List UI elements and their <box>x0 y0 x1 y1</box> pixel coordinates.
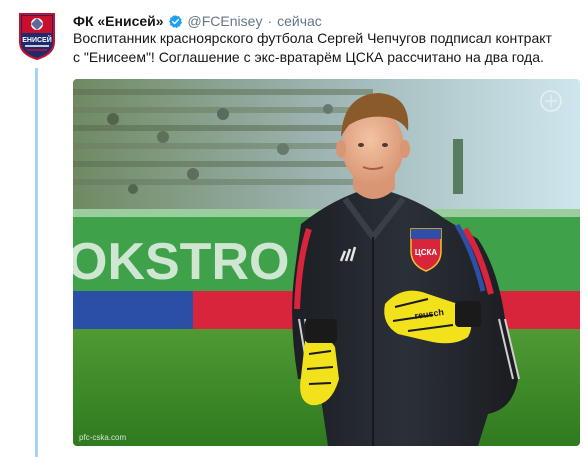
photo-scene: OKSTRO ЦСКА reusch pfc-cska.com <box>73 79 580 446</box>
board-text: OKSTRO <box>73 233 289 291</box>
separator-dot: · <box>267 13 273 29</box>
tweet-text-line-2: с "Енисеем"! Соглашение с экс-вратарём Ц… <box>73 49 544 65</box>
tweet-text: Воспитанник красноярского футбола Сергей… <box>73 29 583 67</box>
enisey-logo-icon: ЕНИСЕЙ <box>19 13 55 61</box>
cska-crest-icon: ЦСКА <box>410 228 442 272</box>
avatar[interactable]: ЕНИСЕЙ <box>17 12 57 61</box>
background-person <box>453 139 463 194</box>
tweet-header: ФК «Енисей» @FCEnisey · сейчас <box>73 11 322 31</box>
author-name[interactable]: ФК «Енисей» <box>73 13 164 29</box>
verified-badge-icon <box>168 14 182 28</box>
logo-text: ЕНИСЕЙ <box>22 35 52 44</box>
author-handle[interactable]: @FCEnisey <box>188 13 263 29</box>
thread-line <box>35 68 38 457</box>
crest-text: ЦСКА <box>415 248 438 257</box>
tweet-photo[interactable]: OKSTRO ЦСКА reusch pfc-cska.com <box>73 79 580 446</box>
timestamp[interactable]: сейчас <box>277 13 322 29</box>
photo-watermark: pfc-cska.com <box>79 433 126 442</box>
tweet-text-line-1: Воспитанник красноярского футбола Сергей… <box>73 30 552 46</box>
left-glove <box>300 319 339 406</box>
